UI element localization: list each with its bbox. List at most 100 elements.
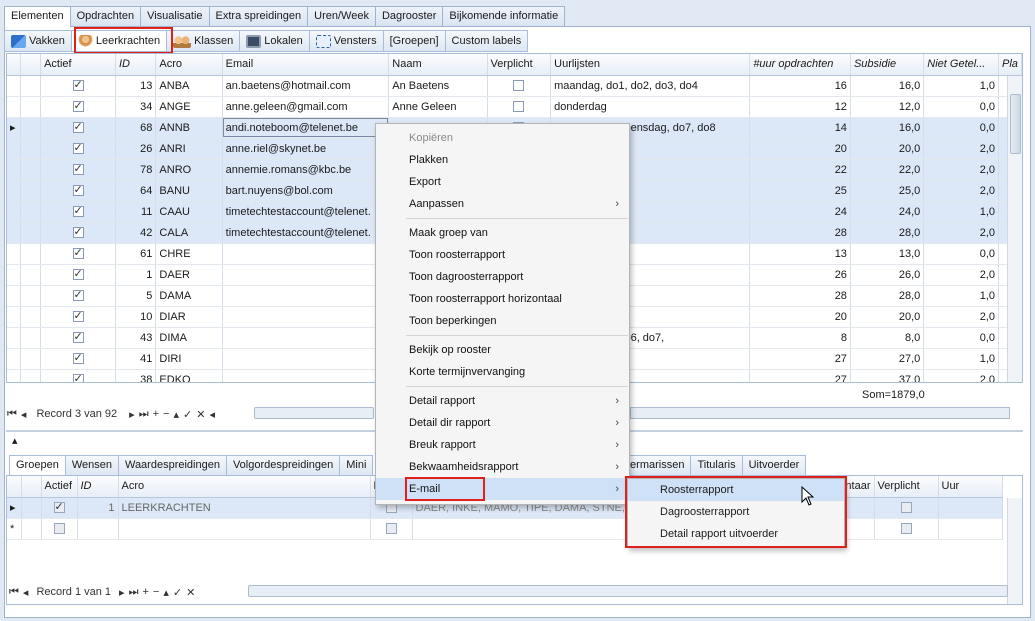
cell-email[interactable] <box>222 264 390 286</box>
cell-email[interactable]: andi.noteboom@telenet.be <box>222 117 390 139</box>
new-row[interactable]: * <box>7 518 1003 540</box>
prev-record-icon[interactable]: ◂ <box>23 586 29 599</box>
cell-id[interactable]: 68 <box>115 117 157 139</box>
actief-checkbox[interactable] <box>72 288 84 302</box>
cell-subsidie[interactable]: 28,0 <box>850 222 925 244</box>
cell-niet-geteld[interactable]: 2,0 <box>923 222 1000 244</box>
cell-id[interactable]: 41 <box>115 348 157 370</box>
cell-subsidie[interactable]: 12,0 <box>850 96 925 118</box>
cell-subsidie[interactable]: 27,0 <box>850 348 925 370</box>
move-up-icon[interactable]: ▴ <box>173 408 179 421</box>
delete-record-icon[interactable]: − <box>163 408 169 420</box>
next-record-icon[interactable]: ▸ <box>119 586 125 599</box>
main-grid-vscroll-thumb[interactable] <box>1010 94 1021 154</box>
menu-item-plakken[interactable]: Plakken <box>376 149 629 171</box>
col-actief[interactable]: Actief <box>40 54 116 76</box>
cell-niet-geteld[interactable]: 0,0 <box>923 96 1000 118</box>
col-subsidie[interactable]: Subsidie <box>850 54 925 76</box>
cell-id[interactable]: 34 <box>115 96 157 118</box>
cell-email[interactable] <box>222 327 390 349</box>
cell-naam[interactable]: Anne Geleen <box>388 96 488 118</box>
cell-email[interactable] <box>222 306 390 328</box>
menu-item-toon-dagroosterrapport[interactable]: Toon dagroosterrapport <box>376 266 629 288</box>
actief-checkbox[interactable] <box>72 78 84 92</box>
cell-email[interactable]: timetechtestaccount@telenet. <box>222 222 390 244</box>
table-row[interactable]: 34ANGEanne.geleen@gmail.comAnne Geleen do… <box>7 96 1022 118</box>
menu-item-detail-rapport[interactable]: Detail rapport › <box>376 390 629 412</box>
cell-id[interactable]: 42 <box>115 222 157 244</box>
cell-uur-opdrachten[interactable]: 26 <box>749 264 851 286</box>
tab-wensen[interactable]: Wensen <box>64 455 119 475</box>
cell-niet-geteld[interactable]: 1,0 <box>923 285 1000 307</box>
cell-acro[interactable]: CHRE <box>155 243 223 265</box>
cell-id[interactable]: 61 <box>115 243 157 265</box>
tab-groepen[interactable]: Groepen <box>9 455 66 475</box>
cell-id[interactable]: 13 <box>115 75 157 97</box>
actief-checkbox[interactable] <box>72 120 84 134</box>
bcol-uur[interactable]: Uur <box>938 476 1003 498</box>
main-grid-vscrollbar[interactable] <box>1007 76 1022 382</box>
cell-naam[interactable]: An Baetens <box>388 75 488 97</box>
cell-subsidie[interactable]: 8,0 <box>850 327 925 349</box>
subtab-lokalen[interactable]: Lokalen <box>239 30 310 52</box>
first-record-icon[interactable]: ⏮ <box>7 408 17 421</box>
menu-item-bekwaamheidsrapport[interactable]: Bekwaamheidsrapport › <box>376 456 629 478</box>
main-hscroll-track-right[interactable] <box>630 407 1010 419</box>
menu-item-export[interactable]: Export <box>376 171 629 193</box>
cell-acro[interactable]: DAMA <box>155 285 223 307</box>
menu-item-aanpassen[interactable]: Aanpassen › <box>376 193 629 215</box>
col-pla[interactable]: Pla <box>998 54 1022 76</box>
cell-email[interactable]: anne.geleen@gmail.com <box>222 96 390 118</box>
menu-item-maak-groep-van[interactable]: Maak groep van <box>376 222 629 244</box>
cell-email[interactable]: timetechtestaccount@telenet. <box>222 201 390 223</box>
subtab-custom-labels[interactable]: Custom labels <box>444 30 529 52</box>
col-email[interactable]: Email <box>222 54 390 76</box>
actief-checkbox[interactable] <box>72 246 84 260</box>
submenu-detail-rapport-uitvoerder[interactable]: Detail rapport uitvoerder <box>628 523 844 545</box>
col-verplicht[interactable]: Verplicht <box>487 54 552 76</box>
col-naam[interactable]: Naam <box>388 54 488 76</box>
collapse-icon[interactable]: ▴ <box>12 434 18 447</box>
cell-uur-opdrachten[interactable]: 8 <box>749 327 851 349</box>
add-record-icon[interactable]: + <box>142 586 148 598</box>
tab-termarissen[interactable]: termarissen <box>620 455 692 475</box>
new-actief-checkbox[interactable] <box>53 523 65 535</box>
cell-subsidie[interactable]: 13,0 <box>850 243 925 265</box>
actief-checkbox[interactable] <box>53 500 65 514</box>
cell-id[interactable]: 1 <box>115 264 157 286</box>
actief-checkbox[interactable] <box>72 267 84 281</box>
cell-uur-opdrachten[interactable]: 27 <box>749 369 851 382</box>
col-niet-geteld[interactable]: Niet Getel... <box>923 54 1000 76</box>
cell-email[interactable]: an.baetens@hotmail.com <box>222 75 390 97</box>
cell-id[interactable]: 26 <box>115 138 157 160</box>
cell-uurlijsten[interactable]: donderdag <box>550 96 751 118</box>
actief-checkbox[interactable] <box>72 141 84 155</box>
cell-niet-geteld[interactable]: 2,0 <box>923 306 1000 328</box>
cell-acro[interactable]: DIAR <box>155 306 223 328</box>
scroll-left-icon[interactable]: ◂ <box>209 408 215 421</box>
cell-uur-opdrachten[interactable]: 12 <box>749 96 851 118</box>
groups-hscroll-track[interactable] <box>248 585 1008 597</box>
col-id[interactable]: ID <box>115 54 157 76</box>
cell-id[interactable]: 38 <box>115 369 157 382</box>
cell-uur-opdrachten[interactable]: 25 <box>749 180 851 202</box>
col-acro[interactable]: Acro <box>155 54 223 76</box>
cell-niet-geteld[interactable]: 1,0 <box>923 75 1000 97</box>
bcol-actief[interactable]: Actief <box>41 476 78 498</box>
cell-uur-opdrachten[interactable]: 13 <box>749 243 851 265</box>
actief-checkbox[interactable] <box>72 99 84 113</box>
delete-record-icon[interactable]: − <box>153 586 159 598</box>
cell-uurlijsten[interactable]: maandag, do1, do2, do3, do4 <box>550 75 751 97</box>
cell-acro[interactable]: DIRI <box>155 348 223 370</box>
cell-acro[interactable]: ANGE <box>155 96 223 118</box>
cell-id[interactable]: 78 <box>115 159 157 181</box>
new-verplicht-checkbox[interactable] <box>900 523 912 535</box>
cell-acro[interactable]: CAAU <box>155 201 223 223</box>
tab-waardespreidingen[interactable]: Waardespreidingen <box>117 455 227 475</box>
cell-subsidie[interactable]: 24,0 <box>850 201 925 223</box>
confirm-icon[interactable]: ✓ <box>183 408 192 421</box>
cell-acro[interactable]: CALA <box>155 222 223 244</box>
tab-elementen[interactable]: Elementen <box>4 6 71 27</box>
cell-acro[interactable]: ANRI <box>155 138 223 160</box>
actief-checkbox[interactable] <box>72 162 84 176</box>
